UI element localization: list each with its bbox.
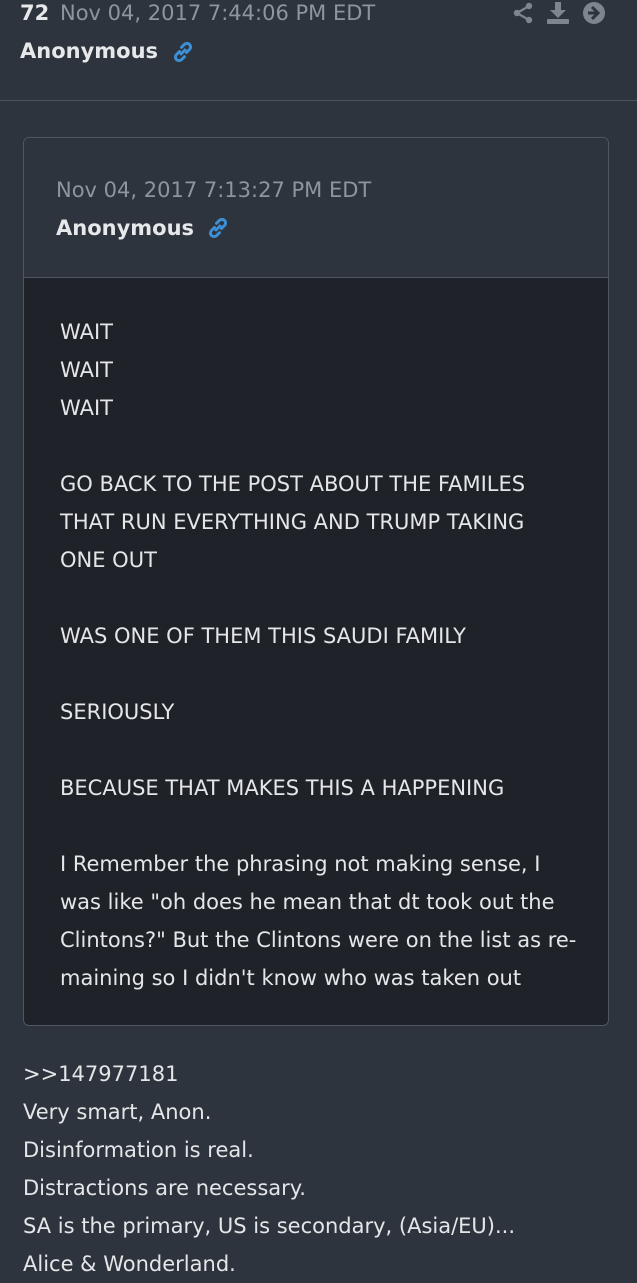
quoted-line (60, 731, 580, 769)
quoted-post: Nov 04, 2017 7:13:27 PM EDT Anonymous WA… (23, 137, 609, 1026)
link-icon[interactable] (205, 215, 231, 241)
quoted-line: SERIOUSLY (60, 700, 175, 724)
reply-line: Distractions are necessary. (23, 1176, 306, 1200)
quoted-line: Clintons?" But the Clintons were on the … (60, 928, 577, 952)
download-icon[interactable] (546, 1, 570, 25)
share-icon[interactable] (511, 1, 535, 25)
reply-line: Disinformation is real. (23, 1138, 254, 1162)
quoted-line: was like "oh does he mean that dt took o… (60, 890, 555, 914)
quoted-line: maining so I didn't know who was taken o… (60, 966, 522, 990)
quoted-line (60, 655, 580, 693)
quoted-line: WAIT (60, 396, 114, 420)
quoted-line (60, 807, 580, 845)
quoted-line (60, 579, 580, 617)
quoted-post-timestamp: Nov 04, 2017 7:13:27 PM EDT (56, 178, 372, 202)
quoted-line: THAT RUN EVERYTHING AND TRUMP TAKING (60, 510, 525, 534)
quoted-line: WAIT (60, 358, 114, 382)
quoted-post-header: Nov 04, 2017 7:13:27 PM EDT Anonymous (24, 138, 608, 278)
quoted-line: GO BACK TO THE POST ABOUT THE FAMILES (60, 472, 526, 496)
post-number[interactable]: 72 (20, 0, 49, 26)
quoted-line: ONE OUT (60, 548, 157, 572)
quoted-line: WAIT (60, 320, 114, 344)
quoted-line: WAS ONE OF THEM THIS SAUDI FAMILY (60, 624, 467, 648)
post-header: 72 Nov 04, 2017 7:44:06 PM EDT Anonymous (0, 0, 637, 101)
link-icon[interactable] (170, 39, 196, 65)
reply-reference-link[interactable]: >>147977181 (23, 1055, 623, 1093)
reply-line: SA is the primary, US is secondary, (Asi… (23, 1214, 516, 1238)
reply-line: Alice & Wonderland. (23, 1252, 236, 1276)
post-timestamp: Nov 04, 2017 7:44:06 PM EDT (60, 1, 376, 25)
quoted-post-body: WAIT WAIT WAIT GO BACK TO THE POST ABOUT… (60, 313, 580, 997)
forward-arrow-icon[interactable] (582, 1, 606, 25)
reply-line: Very smart, Anon. (23, 1100, 212, 1124)
quoted-post-author: Anonymous (56, 216, 195, 240)
quoted-line: I Remember the phrasing not making sense… (60, 852, 541, 876)
quoted-line: BECAUSE THAT MAKES THIS A HAPPENING (60, 776, 505, 800)
reply-body: >>147977181 Very smart, Anon. Disinforma… (23, 1055, 623, 1283)
post-author: Anonymous (20, 39, 159, 63)
quoted-line (60, 427, 580, 465)
